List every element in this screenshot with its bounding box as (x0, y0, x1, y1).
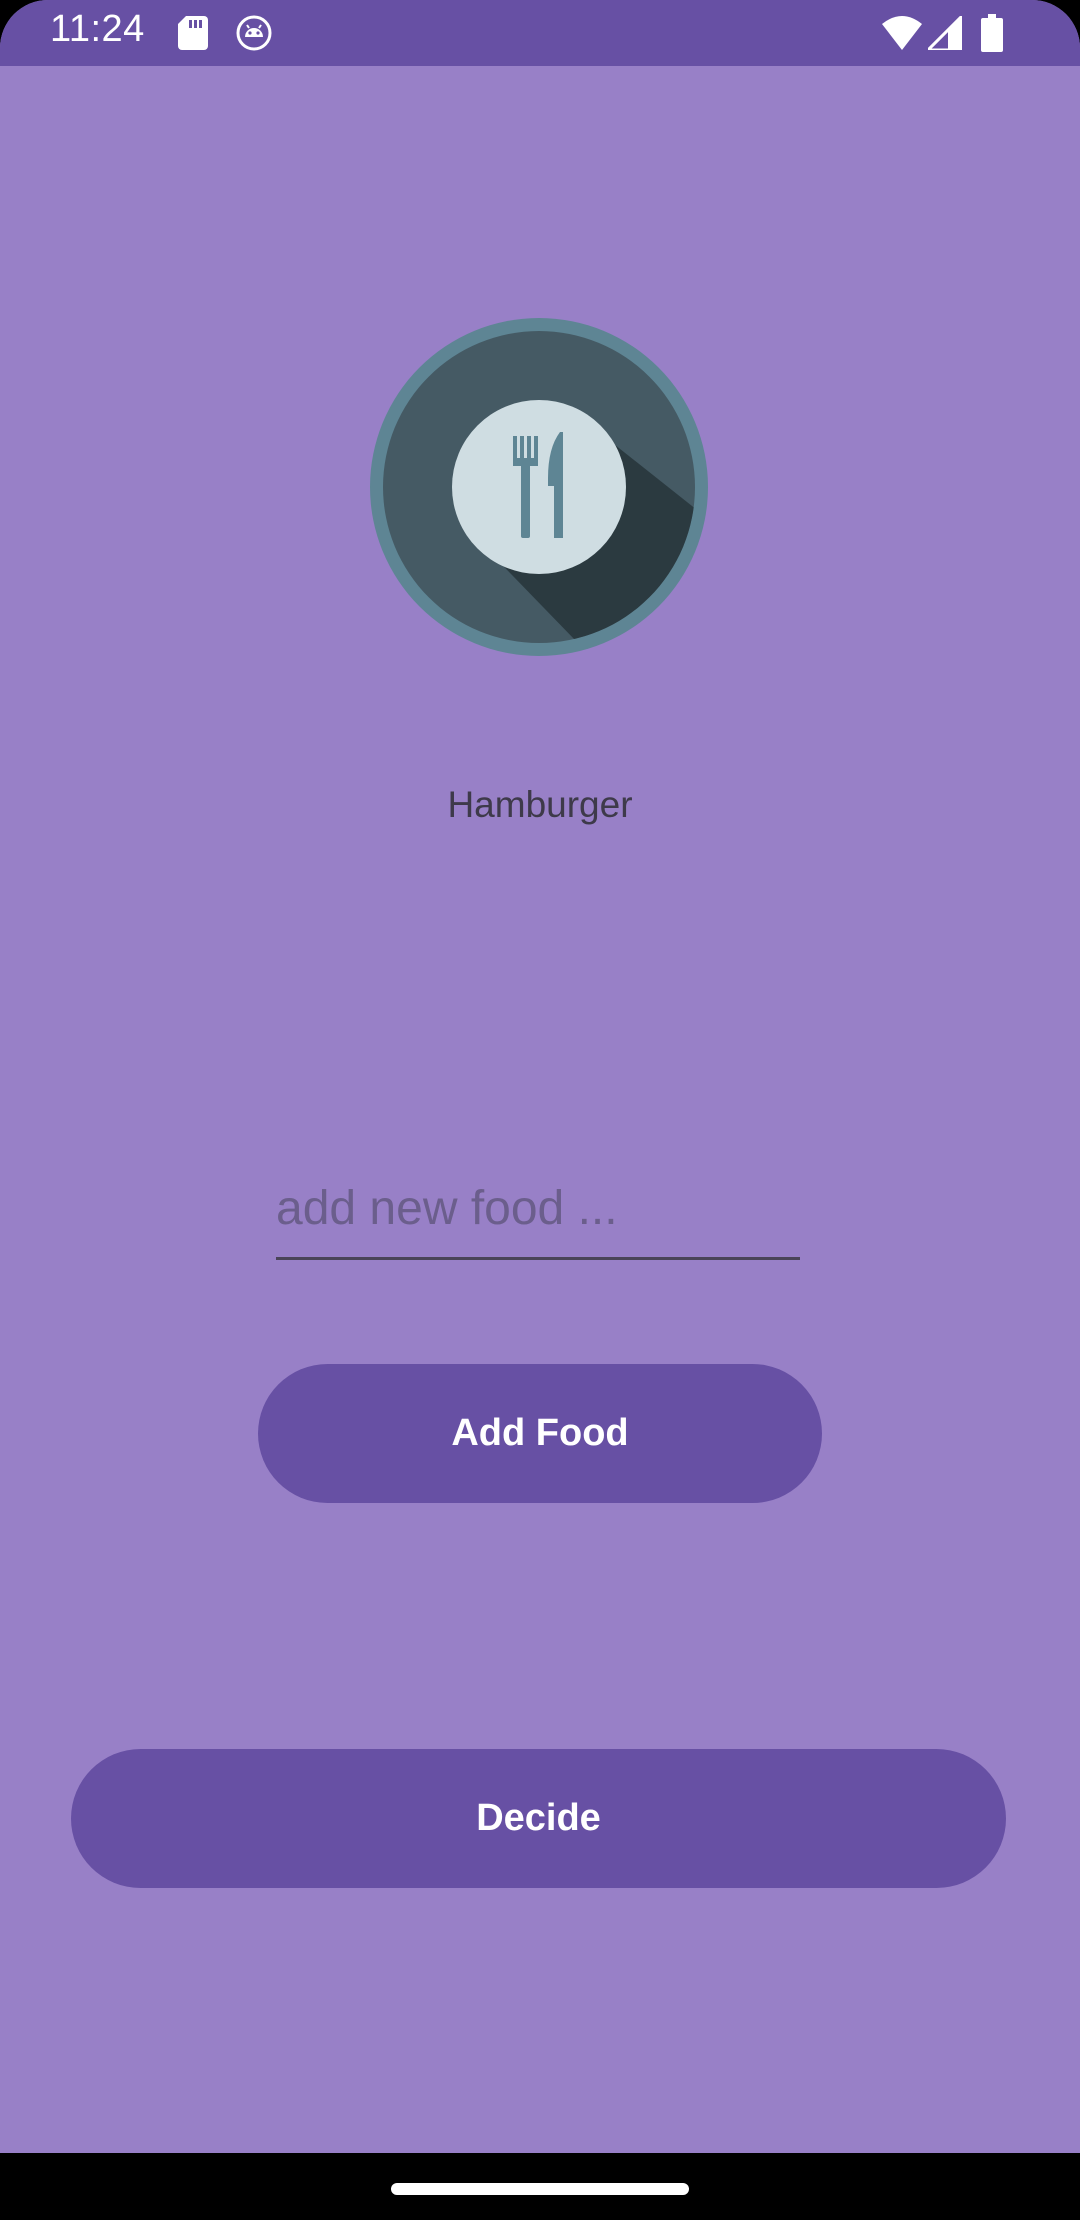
new-food-input[interactable] (276, 1160, 800, 1256)
status-time: 11:24 (50, 8, 145, 50)
wifi-icon (882, 16, 922, 55)
decide-button[interactable]: Decide (71, 1749, 1006, 1888)
app-screen: 11:24 Hamburger add new food ... Add Foo… (0, 0, 1080, 2220)
home-gesture-handle[interactable] (391, 2183, 689, 2195)
android-debug-icon (236, 15, 272, 56)
sd-card-icon (178, 16, 208, 55)
cell-signal-icon (924, 12, 964, 55)
battery-icon (981, 14, 1003, 57)
add-food-button[interactable]: Add Food (258, 1364, 822, 1503)
food-input-field (276, 1160, 800, 1260)
status-bar: 11:24 (0, 0, 1080, 66)
selected-food-label: Hamburger (447, 784, 633, 825)
navigation-bar (0, 2153, 1080, 2220)
fork-knife-plate-icon (370, 318, 708, 656)
